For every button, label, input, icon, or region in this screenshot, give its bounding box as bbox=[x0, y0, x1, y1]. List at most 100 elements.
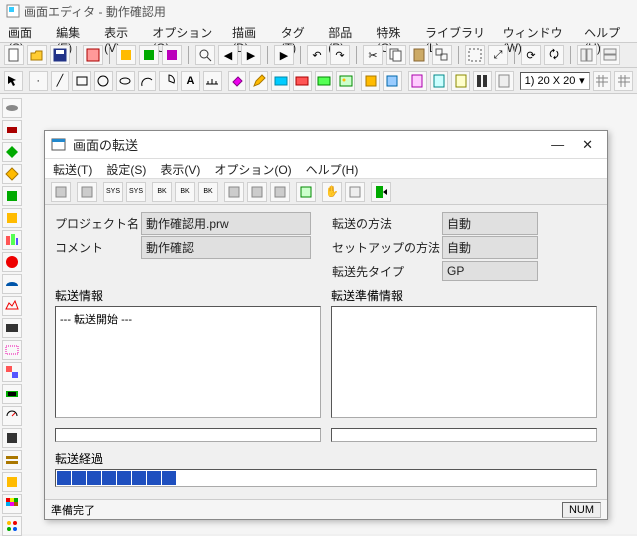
pointer-icon[interactable] bbox=[4, 71, 23, 91]
dmenu-help[interactable]: ヘルプ(H) bbox=[306, 161, 359, 176]
tag-a-icon[interactable] bbox=[271, 71, 290, 91]
dlg-tbtn-sys1-icon[interactable]: SYS bbox=[103, 182, 123, 202]
side-12-icon[interactable] bbox=[2, 340, 22, 360]
lib-3-icon[interactable] bbox=[451, 71, 470, 91]
circle-icon[interactable] bbox=[94, 71, 113, 91]
ellipse-icon[interactable] bbox=[116, 71, 135, 91]
dlg-tbtn-2-icon[interactable] bbox=[77, 182, 97, 202]
arc-icon[interactable] bbox=[138, 71, 157, 91]
side-8-icon[interactable] bbox=[2, 252, 22, 272]
dmenu-transfer[interactable]: 転送(T) bbox=[53, 161, 92, 176]
menu-edit[interactable]: 編集(E) bbox=[56, 24, 90, 40]
side-4-icon[interactable] bbox=[2, 164, 22, 184]
menu-view[interactable]: 表示(V) bbox=[104, 24, 138, 40]
side-3-icon[interactable] bbox=[2, 142, 22, 162]
pie-icon[interactable] bbox=[159, 71, 178, 91]
side-15-icon[interactable] bbox=[2, 406, 22, 426]
rect-icon[interactable] bbox=[72, 71, 91, 91]
grid-1-icon[interactable] bbox=[593, 71, 612, 91]
color-2-icon[interactable] bbox=[139, 45, 159, 65]
dlg-tbtn-4-icon[interactable] bbox=[247, 182, 267, 202]
paste-icon[interactable] bbox=[409, 45, 429, 65]
scale-icon[interactable]: ⤢ bbox=[488, 45, 508, 65]
tag-b-icon[interactable] bbox=[293, 71, 312, 91]
dlg-tbtn-sys2-icon[interactable]: SYS bbox=[126, 182, 146, 202]
fill-icon[interactable] bbox=[228, 71, 247, 91]
zoom-left-icon[interactable]: ◀ bbox=[218, 45, 238, 65]
color-1-icon[interactable] bbox=[116, 45, 136, 65]
zoom-right-icon[interactable]: ▶ bbox=[241, 45, 261, 65]
lib-1-icon[interactable] bbox=[408, 71, 427, 91]
tag-c-icon[interactable] bbox=[315, 71, 334, 91]
menu-tag[interactable]: タグ(T) bbox=[281, 24, 315, 40]
menu-special[interactable]: 特殊(C) bbox=[376, 24, 411, 40]
scale-tool-icon[interactable] bbox=[203, 71, 222, 91]
new-icon[interactable] bbox=[4, 45, 24, 65]
side-18-icon[interactable] bbox=[2, 472, 22, 492]
dmenu-settings[interactable]: 設定(S) bbox=[106, 161, 146, 176]
dlg-tbtn-exit-icon[interactable] bbox=[371, 182, 391, 202]
side-10-icon[interactable] bbox=[2, 296, 22, 316]
side-9-icon[interactable] bbox=[2, 274, 22, 294]
image-icon[interactable] bbox=[336, 71, 355, 91]
side-6-icon[interactable] bbox=[2, 208, 22, 228]
grid-b-icon[interactable] bbox=[600, 45, 620, 65]
dlg-tbtn-3-icon[interactable] bbox=[224, 182, 244, 202]
dlg-tbtn-bk1-icon[interactable]: BK bbox=[152, 182, 172, 202]
dlg-tbtn-1-icon[interactable] bbox=[51, 182, 71, 202]
menu-screen[interactable]: 画面(S) bbox=[8, 24, 42, 40]
close-button[interactable]: ✕ bbox=[582, 137, 593, 153]
pencil-icon[interactable] bbox=[249, 71, 268, 91]
zoom-icon[interactable] bbox=[195, 45, 215, 65]
open-icon[interactable] bbox=[27, 45, 47, 65]
dlg-tbtn-6-icon[interactable] bbox=[296, 182, 316, 202]
side-13-icon[interactable] bbox=[2, 362, 22, 382]
menu-option[interactable]: オプション(O) bbox=[152, 24, 218, 40]
dlg-tbtn-bk2-icon[interactable]: BK bbox=[175, 182, 195, 202]
refresh-icon[interactable]: 🗘 bbox=[544, 45, 564, 65]
menu-library[interactable]: ライブラリ(L) bbox=[425, 24, 489, 40]
rotate-icon[interactable]: ⟳ bbox=[521, 45, 541, 65]
dot-icon[interactable]: · bbox=[29, 71, 48, 91]
dlg-tbtn-7-icon[interactable] bbox=[345, 182, 365, 202]
grid-2-icon[interactable] bbox=[614, 71, 633, 91]
lib-2-icon[interactable] bbox=[430, 71, 449, 91]
fit-icon[interactable] bbox=[465, 45, 485, 65]
copy-icon[interactable] bbox=[386, 45, 406, 65]
dlg-tbtn-hand-icon[interactable]: ✋ bbox=[322, 182, 342, 202]
side-7-icon[interactable] bbox=[2, 230, 22, 250]
duplicate-icon[interactable] bbox=[432, 45, 452, 65]
side-19-icon[interactable] bbox=[2, 494, 22, 514]
play-icon[interactable]: ▶ bbox=[274, 45, 294, 65]
side-14-icon[interactable] bbox=[2, 384, 22, 404]
dlg-tbtn-5-icon[interactable] bbox=[270, 182, 290, 202]
line-icon[interactable]: ╱ bbox=[51, 71, 70, 91]
side-2-icon[interactable] bbox=[2, 120, 22, 140]
menu-window[interactable]: ウィンドウ(W) bbox=[503, 24, 571, 40]
menu-draw[interactable]: 描画(D) bbox=[232, 24, 267, 40]
dmenu-option[interactable]: オプション(O) bbox=[214, 161, 291, 176]
side-16-icon[interactable] bbox=[2, 428, 22, 448]
side-17-icon[interactable] bbox=[2, 450, 22, 470]
text-icon[interactable]: A bbox=[181, 71, 200, 91]
grid-a-icon[interactable] bbox=[577, 45, 597, 65]
zoom-combo[interactable]: 1) 20 X 20▾ bbox=[520, 72, 590, 90]
side-20-icon[interactable] bbox=[2, 516, 22, 536]
side-11-icon[interactable] bbox=[2, 318, 22, 338]
menu-help[interactable]: ヘルプ(H) bbox=[584, 24, 629, 40]
cut-icon[interactable]: ✂ bbox=[363, 45, 383, 65]
lib-4-icon[interactable] bbox=[473, 71, 492, 91]
screen-list-icon[interactable] bbox=[83, 45, 103, 65]
lib-5-icon[interactable] bbox=[495, 71, 514, 91]
undo-icon[interactable]: ↶ bbox=[307, 45, 327, 65]
dmenu-view[interactable]: 表示(V) bbox=[160, 161, 200, 176]
parts-b-icon[interactable] bbox=[383, 71, 402, 91]
side-1-icon[interactable] bbox=[2, 98, 22, 118]
color-3-icon[interactable] bbox=[162, 45, 182, 65]
save-icon[interactable] bbox=[50, 45, 70, 65]
minimize-button[interactable]: — bbox=[551, 137, 564, 152]
dlg-tbtn-bk3-icon[interactable]: BK bbox=[198, 182, 218, 202]
side-5-icon[interactable] bbox=[2, 186, 22, 206]
parts-a-icon[interactable] bbox=[361, 71, 380, 91]
redo-icon[interactable]: ↷ bbox=[330, 45, 350, 65]
